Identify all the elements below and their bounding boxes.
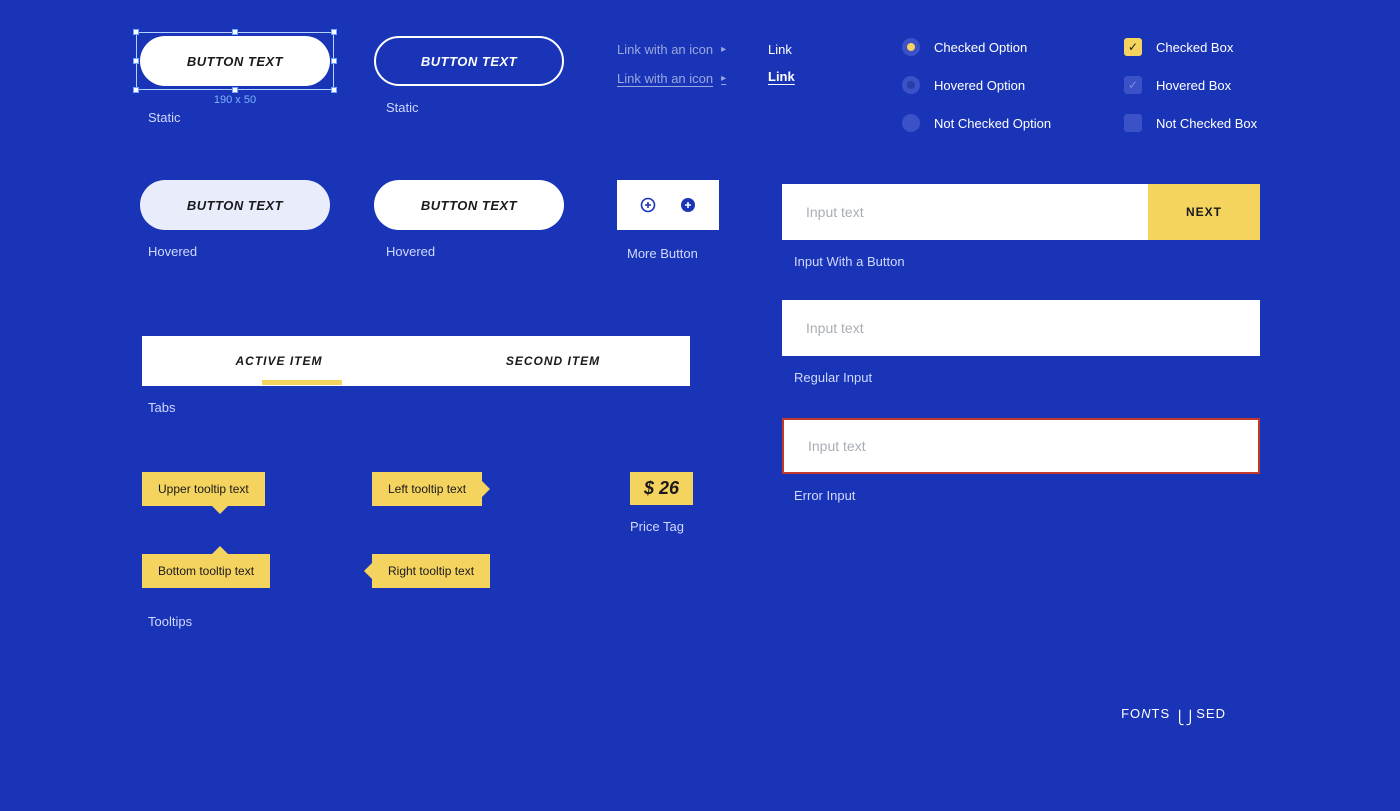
radio-unchecked[interactable]: Not Checked Option bbox=[902, 114, 1051, 132]
link-with-icon-label: Link with an icon bbox=[617, 42, 713, 57]
selection-dimensions: 190 x 50 bbox=[214, 94, 256, 106]
check-icon bbox=[1124, 114, 1142, 132]
caption-tooltips: Tooltips bbox=[148, 614, 192, 629]
checkbox-checked[interactable]: ✓ Checked Box bbox=[1124, 38, 1257, 56]
input-with-button: NEXT bbox=[782, 184, 1260, 240]
plus-circle-outline-icon bbox=[640, 197, 656, 213]
link-with-icon[interactable]: Link with an icon ▸ bbox=[617, 42, 726, 57]
input-text-field[interactable] bbox=[782, 184, 1148, 240]
checkbox-hovered-label: Hovered Box bbox=[1156, 78, 1231, 93]
radio-unchecked-label: Not Checked Option bbox=[934, 116, 1051, 131]
checkbox-checked-label: Checked Box bbox=[1156, 40, 1233, 55]
caption-hovered-2: Hovered bbox=[374, 244, 564, 259]
chevron-right-icon: ▸ bbox=[721, 73, 726, 84]
next-button[interactable]: NEXT bbox=[1148, 184, 1260, 240]
caption-error-input: Error Input bbox=[782, 488, 1260, 503]
caption-static-2: Static bbox=[374, 100, 564, 115]
radio-checked[interactable]: Checked Option bbox=[902, 38, 1051, 56]
checkbox-unchecked-label: Not Checked Box bbox=[1156, 116, 1257, 131]
secondary-button-hovered[interactable]: BUTTON TEXT bbox=[374, 180, 564, 230]
caption-price: Price Tag bbox=[630, 519, 693, 534]
caption-hovered: Hovered bbox=[140, 244, 330, 259]
primary-button-hovered[interactable]: BUTTON TEXT bbox=[140, 180, 330, 230]
caption-regular-input: Regular Input bbox=[782, 370, 1260, 385]
radio-hovered-label: Hovered Option bbox=[934, 78, 1025, 93]
check-icon: ✓ bbox=[1124, 38, 1142, 56]
link-plain-hovered[interactable]: Link bbox=[768, 69, 795, 84]
regular-input[interactable] bbox=[782, 300, 1260, 356]
caption-tabs: Tabs bbox=[142, 400, 690, 415]
tab-indicator bbox=[262, 380, 342, 385]
caption-input-button: Input With a Button bbox=[782, 254, 1260, 269]
plus-circle-filled-icon bbox=[680, 197, 696, 213]
caption-more-button: More Button bbox=[617, 246, 719, 261]
error-input[interactable] bbox=[782, 418, 1260, 474]
primary-button-static[interactable]: BUTTON TEXT bbox=[140, 36, 330, 86]
radio-icon bbox=[902, 38, 920, 56]
link-with-icon-hovered[interactable]: Link with an icon ▸ bbox=[617, 71, 726, 86]
more-button[interactable] bbox=[617, 180, 719, 230]
link-plain[interactable]: Link bbox=[768, 42, 795, 57]
radio-icon bbox=[902, 76, 920, 94]
fonts-used-label: FONTS ⎩⎭SED bbox=[1121, 706, 1226, 722]
radio-hovered[interactable]: Hovered Option bbox=[902, 76, 1051, 94]
tab-active[interactable]: ACTIVE ITEM bbox=[142, 336, 416, 386]
checkbox-hovered[interactable]: ✓ Hovered Box bbox=[1124, 76, 1257, 94]
tooltip-left: Left tooltip text bbox=[372, 472, 482, 506]
check-icon: ✓ bbox=[1124, 76, 1142, 94]
price-tag: $ 26 bbox=[630, 472, 693, 505]
tooltip-bottom: Bottom tooltip text bbox=[142, 554, 270, 588]
radio-checked-label: Checked Option bbox=[934, 40, 1027, 55]
tab-second[interactable]: SECOND ITEM bbox=[416, 336, 690, 386]
caption-static: Static bbox=[140, 110, 330, 125]
radio-icon bbox=[902, 114, 920, 132]
checkbox-unchecked[interactable]: Not Checked Box bbox=[1124, 114, 1257, 132]
tooltip-upper: Upper tooltip text bbox=[142, 472, 265, 506]
link-with-icon-hovered-label: Link with an icon bbox=[617, 71, 713, 86]
secondary-button-static[interactable]: BUTTON TEXT bbox=[374, 36, 564, 86]
tabs: ACTIVE ITEM SECOND ITEM bbox=[142, 336, 690, 386]
tooltip-right: Right tooltip text bbox=[372, 554, 490, 588]
chevron-right-icon: ▸ bbox=[721, 44, 726, 55]
